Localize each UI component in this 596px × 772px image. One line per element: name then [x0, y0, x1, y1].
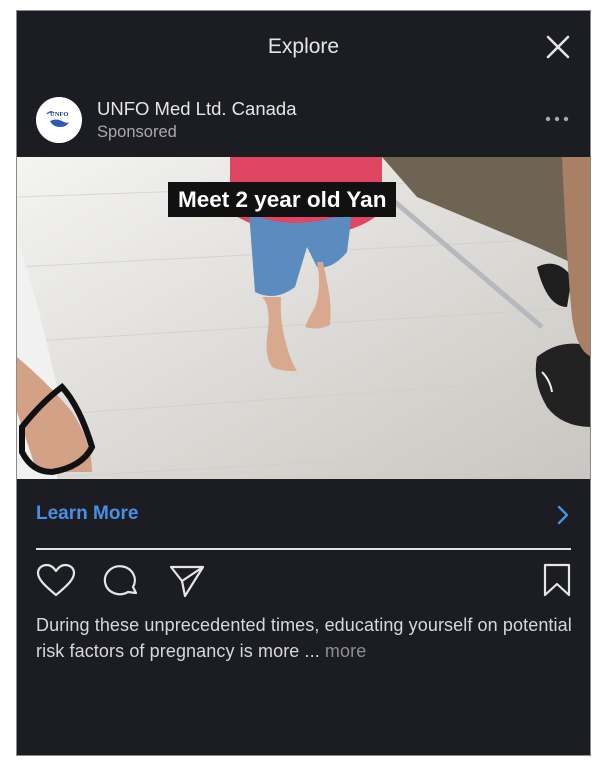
close-icon [546, 35, 570, 59]
post-actions [17, 563, 590, 603]
bookmark-icon [543, 563, 571, 597]
heart-icon [36, 563, 76, 597]
post-caption: During these unprecedented times, educat… [36, 612, 576, 664]
share-button[interactable] [167, 563, 207, 599]
page-title: Explore [267, 35, 340, 58]
divider [36, 548, 571, 550]
send-icon [169, 565, 205, 598]
comment-icon [103, 565, 138, 596]
avatar-logo-text: UNFO [50, 111, 68, 118]
video-overlay-caption: Meet 2 year old Yan [168, 182, 397, 217]
unfo-logo: UNFO [36, 97, 82, 143]
header: Explore [17, 11, 590, 87]
more-options-button[interactable] [544, 111, 570, 127]
learn-more-button[interactable]: Learn More [17, 481, 590, 549]
learn-more-label: Learn More [36, 503, 139, 524]
caption-body: During these unprecedented times, educat… [36, 615, 572, 661]
like-button[interactable] [36, 563, 76, 599]
more-horizontal-icon [545, 116, 569, 122]
explore-post-card: Explore UNFO UNFO Med Ltd. Canada Sponso… [16, 10, 591, 756]
save-button[interactable] [539, 563, 579, 599]
post-header: UNFO UNFO Med Ltd. Canada Sponsored [17, 89, 590, 155]
comment-button[interactable] [102, 563, 142, 599]
close-button[interactable] [544, 33, 572, 61]
post-video[interactable]: Meet 2 year old Yan [17, 157, 590, 479]
account-name[interactable]: UNFO Med Ltd. Canada [97, 98, 296, 120]
chevron-right-icon [557, 505, 569, 525]
avatar[interactable]: UNFO [36, 97, 82, 143]
caption-more-link[interactable]: more [325, 641, 366, 661]
sponsored-label: Sponsored [97, 123, 177, 141]
